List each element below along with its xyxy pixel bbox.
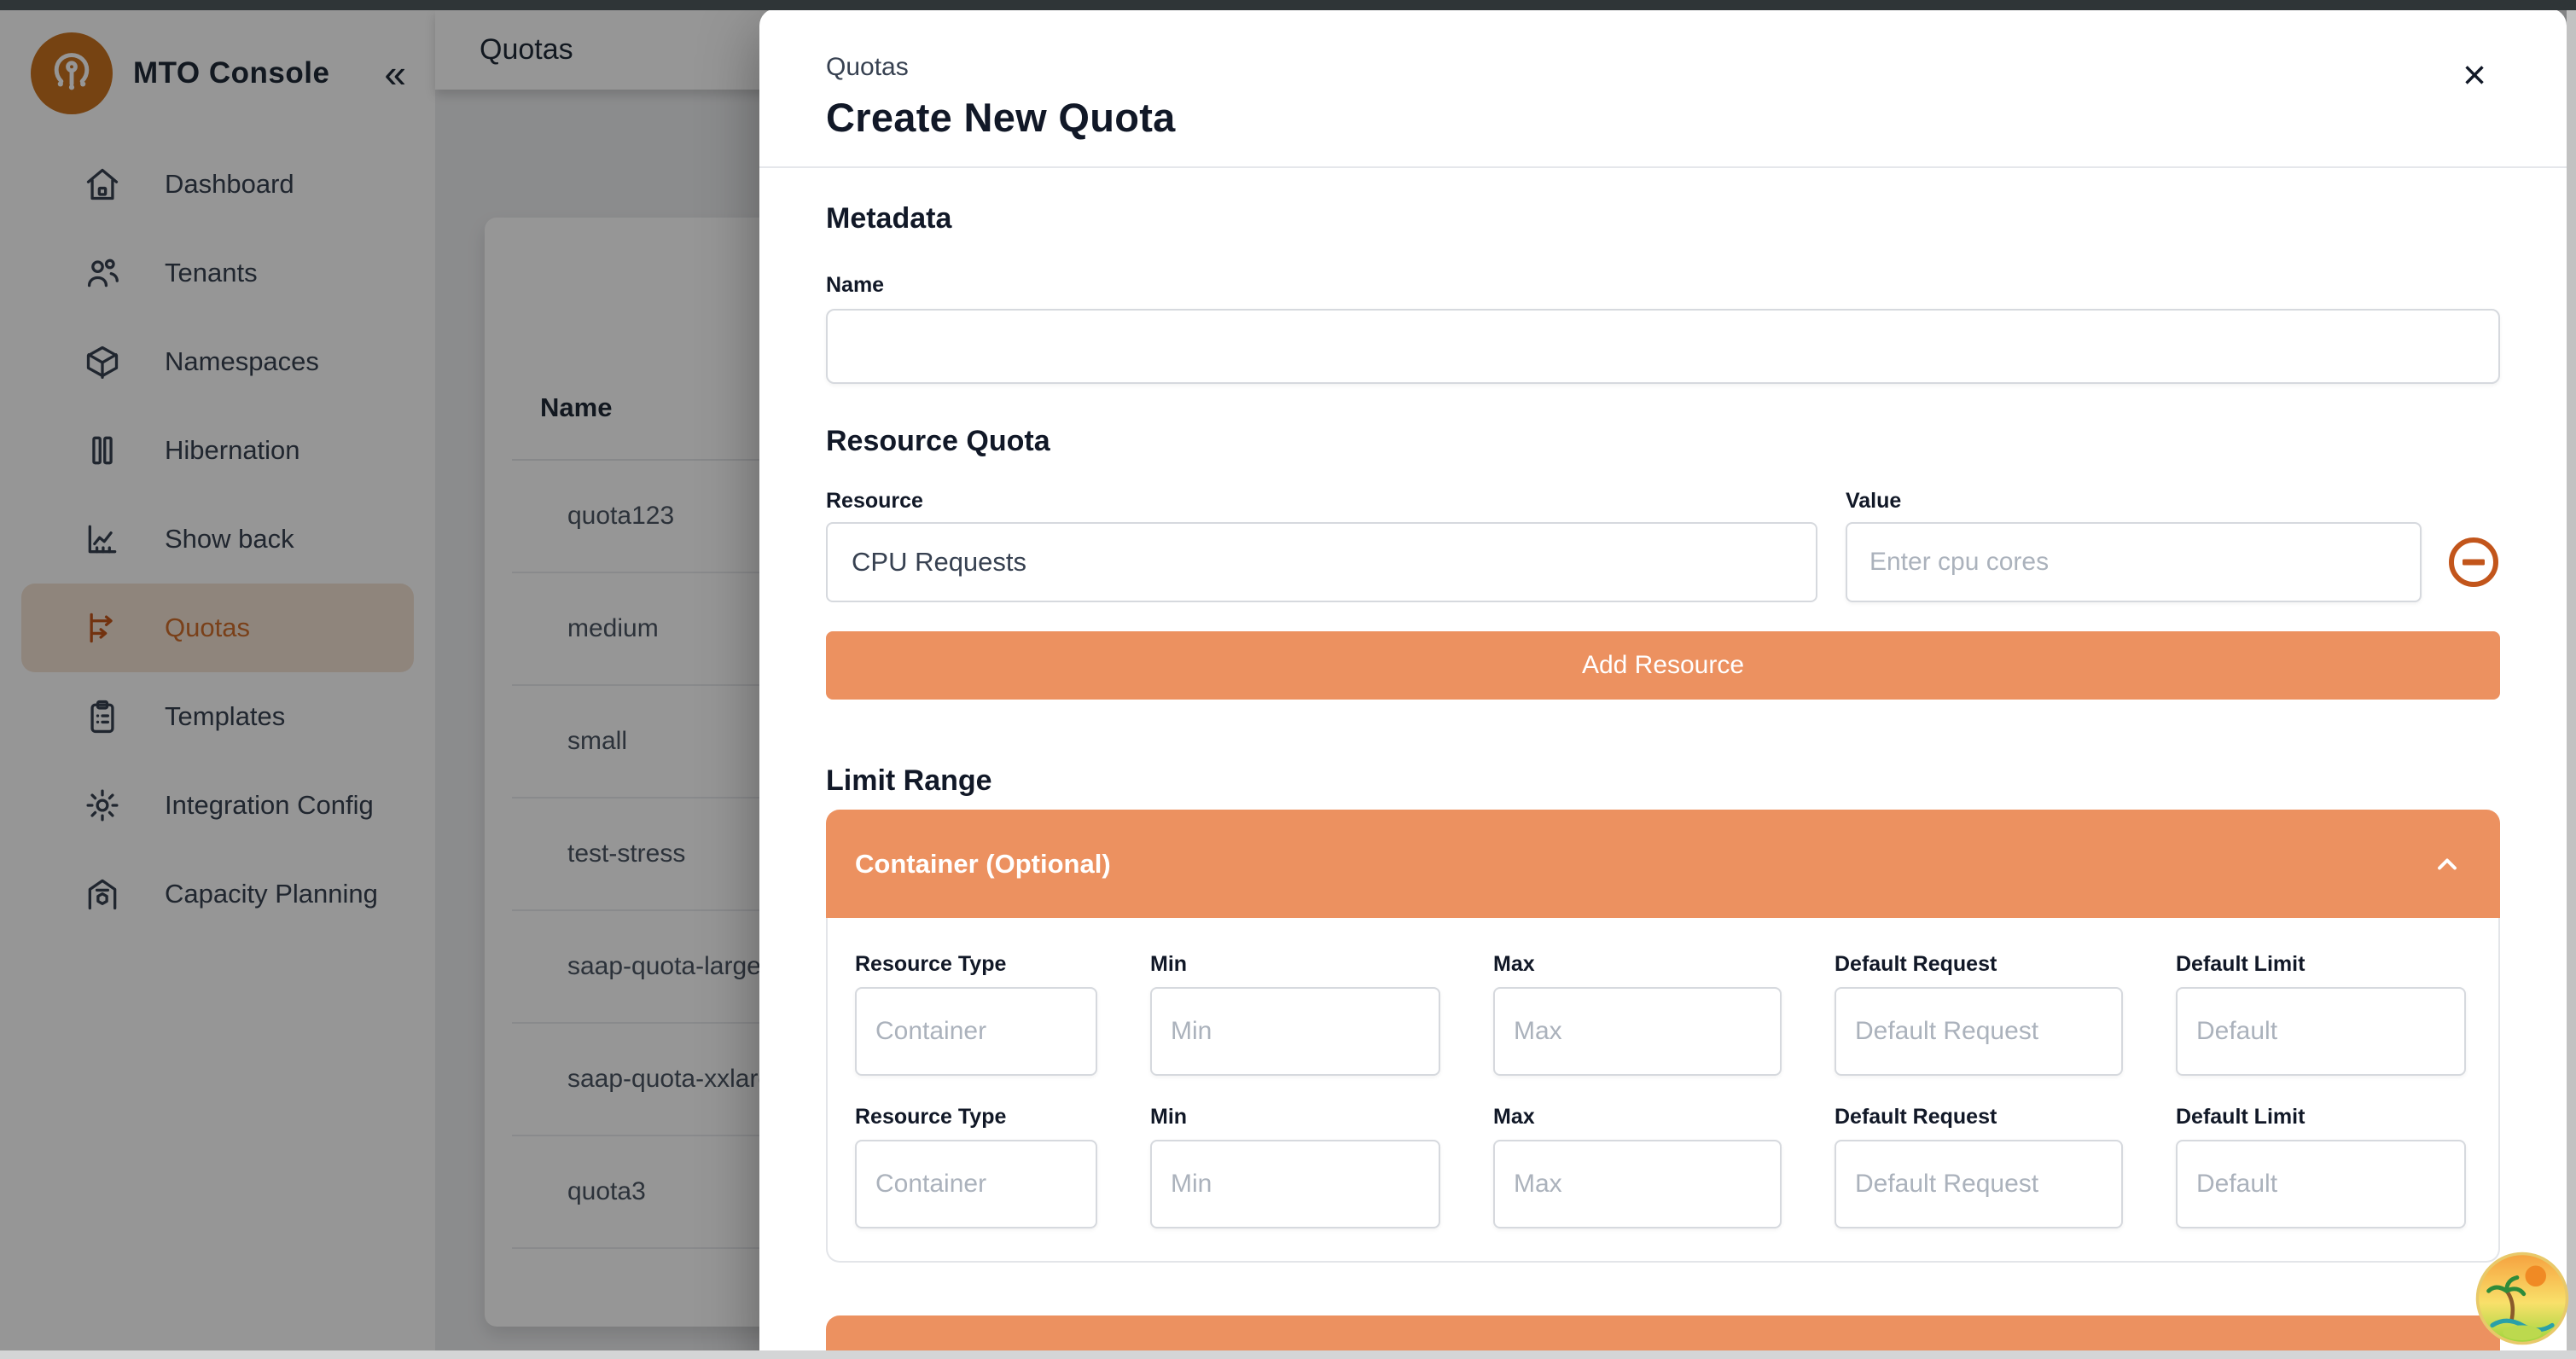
min-input[interactable]	[1150, 987, 1440, 1076]
create-quota-modal: Quotas Create New Quota × Metadata Name …	[759, 9, 2567, 1359]
value-label: Value	[1846, 489, 2422, 514]
add-resource-button[interactable]: Add Resource	[826, 631, 2500, 700]
min-field: Min	[1150, 1105, 1440, 1228]
default-request-field: Default Request	[1835, 1105, 2123, 1228]
default-limit-input[interactable]	[2176, 1140, 2466, 1228]
default-limit-input[interactable]	[2176, 987, 2466, 1076]
max-input[interactable]	[1493, 987, 1782, 1076]
name-label: Name	[826, 273, 2500, 298]
default-limit-label: Default Limit	[2176, 952, 2466, 977]
resource-select[interactable]: CPU Requests	[826, 522, 1817, 602]
max-field: Max	[1493, 952, 1782, 1076]
metadata-heading: Metadata	[826, 202, 2500, 235]
min-label: Min	[1150, 1105, 1440, 1130]
max-label: Max	[1493, 952, 1782, 977]
app-root: MTO Console « Dashboard Tenants	[0, 0, 2576, 1359]
modal-title: Create New Quota	[826, 94, 2500, 141]
resource-column: Resource CPU Requests	[826, 489, 1817, 602]
resource-type-field: Resource Type	[855, 952, 1097, 1076]
resource-type-label: Resource Type	[855, 1105, 1097, 1130]
min-label: Min	[1150, 952, 1440, 977]
page-scrollbar[interactable]	[2567, 10, 2576, 1350]
default-limit-field: Default Limit	[2176, 952, 2466, 1076]
island-watermark-icon	[2474, 1251, 2570, 1346]
minus-circle-icon	[2447, 536, 2500, 589]
container-accordion-title: Container (Optional)	[855, 849, 1111, 880]
max-input[interactable]	[1493, 1140, 1782, 1228]
max-label: Max	[1493, 1105, 1782, 1130]
default-request-field: Default Request	[1835, 952, 2123, 1076]
limit-range-row: Resource Type Min Max Default Request	[855, 1105, 2471, 1228]
container-accordion-header[interactable]: Container (Optional)	[826, 810, 2500, 918]
container-accordion-panel: Resource Type Min Max Default Request	[826, 918, 2500, 1263]
window-bottom-edge	[0, 1350, 2576, 1359]
modal-body: Metadata Name Resource Quota Resource CP…	[759, 202, 2567, 1359]
modal-header-divider	[759, 166, 2567, 168]
min-input[interactable]	[1150, 1140, 1440, 1228]
resource-type-input[interactable]	[855, 987, 1097, 1076]
resource-type-field: Resource Type	[855, 1105, 1097, 1228]
limit-range-row: Resource Type Min Max Default Request	[855, 952, 2471, 1076]
default-request-input[interactable]	[1835, 1140, 2123, 1228]
name-input[interactable]	[826, 309, 2500, 384]
default-request-input[interactable]	[1835, 987, 2123, 1076]
max-field: Max	[1493, 1105, 1782, 1228]
value-column: Value	[1846, 489, 2422, 602]
resource-label: Resource	[826, 489, 1817, 514]
min-field: Min	[1150, 952, 1440, 1076]
window-top-edge	[0, 0, 2576, 10]
modal-breadcrumb: Quotas	[826, 53, 2500, 82]
resource-quota-heading: Resource Quota	[826, 425, 2500, 458]
resource-type-input[interactable]	[855, 1140, 1097, 1228]
default-limit-label: Default Limit	[2176, 1105, 2466, 1130]
close-icon[interactable]: ×	[2457, 55, 2492, 97]
limit-range-heading: Limit Range	[826, 764, 2500, 798]
default-limit-field: Default Limit	[2176, 1105, 2466, 1228]
chevron-up-icon	[2432, 849, 2463, 880]
resource-row: Resource CPU Requests Value	[826, 489, 2500, 602]
resource-type-label: Resource Type	[855, 952, 1097, 977]
remove-resource-button[interactable]	[2447, 536, 2500, 589]
value-input[interactable]	[1846, 522, 2422, 602]
default-request-label: Default Request	[1835, 1105, 2123, 1130]
modal-header: Quotas Create New Quota ×	[759, 9, 2567, 166]
default-request-label: Default Request	[1835, 952, 2123, 977]
